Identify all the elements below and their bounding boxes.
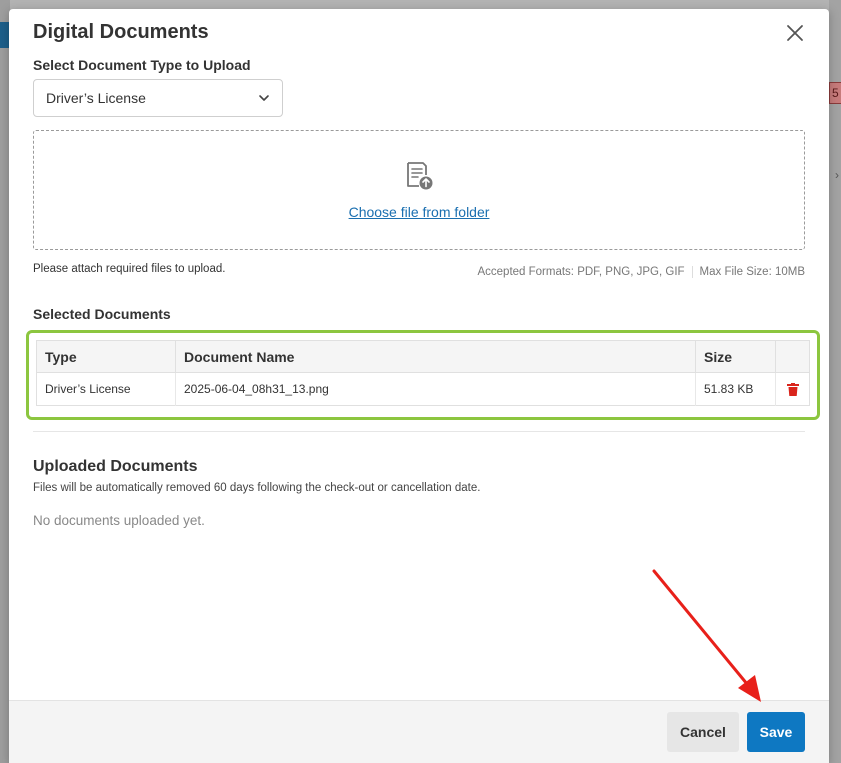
separator bbox=[691, 266, 693, 278]
close-button[interactable] bbox=[785, 23, 805, 43]
accepted-formats: Accepted Formats: PDF, PNG, JPG, GIF bbox=[477, 266, 685, 279]
cell-size: 51.83 KB bbox=[695, 372, 776, 406]
document-type-value: Driver’s License bbox=[46, 90, 146, 106]
modal-title: Digital Documents bbox=[33, 21, 209, 43]
background-right-strip bbox=[829, 0, 841, 763]
background-badge: 5 bbox=[829, 82, 841, 104]
column-header-document-name: Document Name bbox=[175, 340, 696, 373]
section-divider bbox=[33, 431, 805, 432]
chevron-down-icon bbox=[259, 95, 269, 101]
document-type-select[interactable]: Driver’s License bbox=[33, 79, 283, 117]
document-type-label: Select Document Type to Upload bbox=[33, 57, 251, 73]
attach-hint: Please attach required files to upload. bbox=[33, 263, 226, 275]
column-header-type: Type bbox=[36, 340, 176, 373]
uploaded-documents-title: Uploaded Documents bbox=[33, 458, 198, 475]
uploaded-documents-subtitle: Files will be automatically removed 60 d… bbox=[33, 482, 481, 494]
column-header-size: Size bbox=[695, 340, 776, 373]
modal-footer: Cancel Save bbox=[9, 700, 829, 763]
choose-file-link[interactable]: Choose file from folder bbox=[34, 204, 804, 220]
max-file-size: Max File Size: 10MB bbox=[699, 266, 805, 279]
cell-document-name: 2025-06-04_08h31_13.png bbox=[175, 372, 696, 406]
selected-documents-table: Type Document Name Size Driver’s License… bbox=[36, 340, 810, 406]
trash-icon[interactable] bbox=[786, 383, 799, 397]
digital-documents-modal: Digital Documents Select Document Type t… bbox=[9, 9, 829, 763]
background-chevron-right-icon: › bbox=[835, 168, 839, 182]
close-icon bbox=[787, 25, 803, 41]
selected-documents-highlight: Type Document Name Size Driver’s License… bbox=[26, 330, 820, 420]
selected-documents-title: Selected Documents bbox=[33, 306, 171, 322]
column-header-actions bbox=[775, 340, 810, 373]
background-tab bbox=[0, 22, 9, 48]
cell-type: Driver’s License bbox=[36, 372, 176, 406]
table-row: Driver’s License 2025-06-04_08h31_13.png… bbox=[36, 372, 810, 406]
file-dropzone[interactable]: Choose file from folder bbox=[33, 130, 805, 250]
save-button[interactable]: Save bbox=[747, 712, 805, 752]
cell-actions bbox=[776, 373, 810, 406]
table-header-row: Type Document Name Size bbox=[36, 340, 810, 373]
file-upload-icon bbox=[407, 162, 433, 190]
cancel-button[interactable]: Cancel bbox=[667, 712, 739, 752]
file-requirements: Accepted Formats: PDF, PNG, JPG, GIF Max … bbox=[477, 266, 805, 278]
no-documents-message: No documents uploaded yet. bbox=[33, 513, 205, 528]
